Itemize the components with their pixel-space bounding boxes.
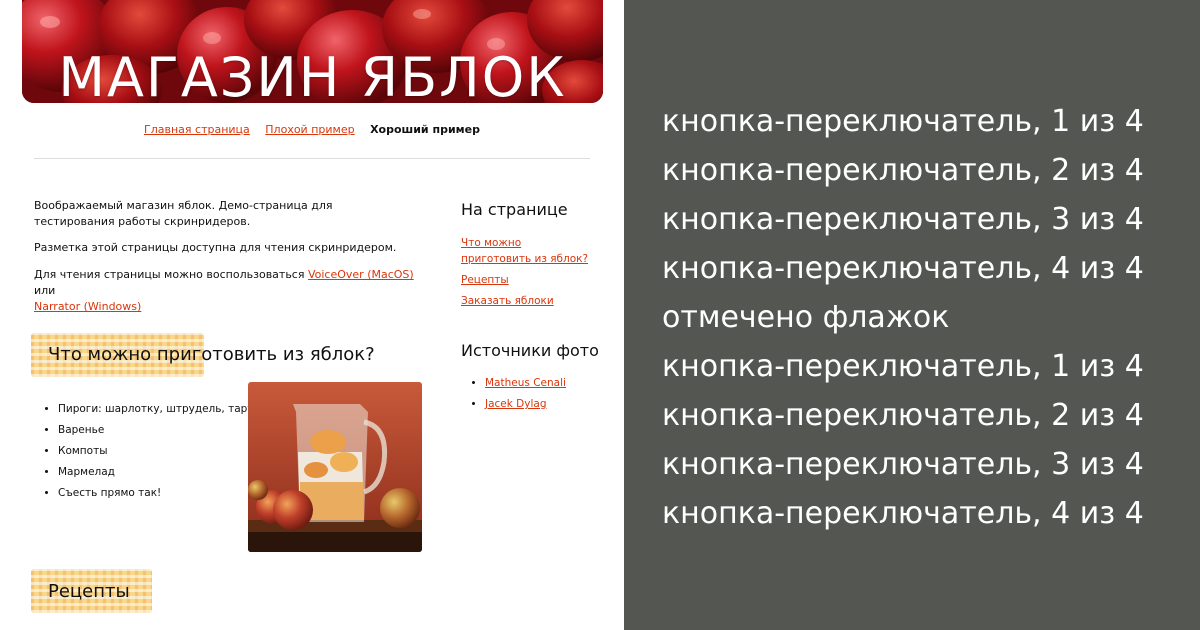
screen-reader-line: кнопка-переключатель, 3 из 4 — [662, 202, 1144, 237]
main-nav: Главная страница Плохой пример Хороший п… — [0, 123, 624, 136]
hero-banner: МАГАЗИН ЯБЛОК — [22, 0, 603, 103]
intro-paragraph-3: Для чтения страницы можно воспользоватьс… — [34, 267, 414, 315]
list-item: Мармелад — [58, 465, 258, 480]
source-link[interactable]: Matheus Cenali — [485, 377, 566, 389]
juice-pitcher-photo — [248, 382, 422, 552]
section-heading-recipes: Рецепты — [48, 581, 130, 602]
screen-reader-line: отмечено флажок — [662, 300, 950, 335]
toc-link-recipes[interactable]: Рецепты — [461, 272, 591, 288]
list-item: Пироги: шарлотку, штрудель, тарт — [58, 402, 258, 417]
intro-paragraph-1: Воображаемый магазин яблок. Демо-страниц… — [34, 199, 333, 228]
cooking-list: Пироги: шарлотку, штрудель, тарт Варенье… — [28, 402, 258, 507]
list-item: Компоты — [58, 444, 258, 459]
source-item: Jacek Dylag — [485, 396, 566, 412]
screen-reader-line: кнопка-переключатель, 4 из 4 — [662, 251, 1144, 286]
source-item: Matheus Cenali — [485, 375, 566, 391]
intro-paragraph-2: Разметка этой страницы доступна для чтен… — [34, 241, 397, 254]
screen-reader-output-list: кнопка-переключатель, 1 из 4 кнопка-пере… — [662, 97, 1144, 538]
screen-reader-line: кнопка-переключатель, 1 из 4 — [662, 104, 1144, 139]
screen-reader-line: кнопка-переключатель, 1 из 4 — [662, 349, 1144, 384]
nav-link-bad-example[interactable]: Плохой пример — [265, 123, 354, 136]
screen-reader-output-panel: кнопка-переключатель, 1 из 4 кнопка-пере… — [624, 0, 1200, 630]
on-page-nav: Что можно приготовить из яблок? Рецепты … — [461, 235, 591, 314]
narrator-link[interactable]: Narrator (Windows) — [34, 300, 141, 313]
photo-sources-title: Источники фото — [461, 341, 599, 360]
voiceover-link[interactable]: VoiceOver (MacOS) — [308, 268, 414, 281]
section-heading-cooking: Что можно приготовить из яблок? — [48, 344, 375, 365]
intro-text-mid: или — [34, 284, 56, 297]
on-page-title: На странице — [461, 200, 568, 219]
divider — [34, 158, 590, 159]
toc-link-order[interactable]: Заказать яблоки — [461, 293, 591, 309]
photo-sources-list: Matheus Cenali Jacek Dylag — [456, 375, 566, 417]
demo-page: МАГАЗИН ЯБЛОК Главная страница Плохой пр… — [0, 0, 624, 630]
toc-link-cooking[interactable]: Что можно приготовить из яблок? — [461, 235, 591, 267]
screen-reader-line: кнопка-переключатель, 4 из 4 — [662, 496, 1144, 531]
intro-text-before: Для чтения страницы можно воспользоватьс… — [34, 268, 308, 281]
source-link[interactable]: Jacek Dylag — [485, 398, 547, 410]
screen-reader-line: кнопка-переключатель, 2 из 4 — [662, 153, 1144, 188]
nav-link-home[interactable]: Главная страница — [144, 123, 250, 136]
list-item: Варенье — [58, 423, 258, 438]
site-title: МАГАЗИН ЯБЛОК — [58, 46, 567, 103]
nav-current-good-example: Хороший пример — [370, 123, 480, 136]
list-item: Съесть прямо так! — [58, 486, 258, 501]
screen-reader-line: кнопка-переключатель, 3 из 4 — [662, 447, 1144, 482]
screen-reader-line: кнопка-переключатель, 2 из 4 — [662, 398, 1144, 433]
